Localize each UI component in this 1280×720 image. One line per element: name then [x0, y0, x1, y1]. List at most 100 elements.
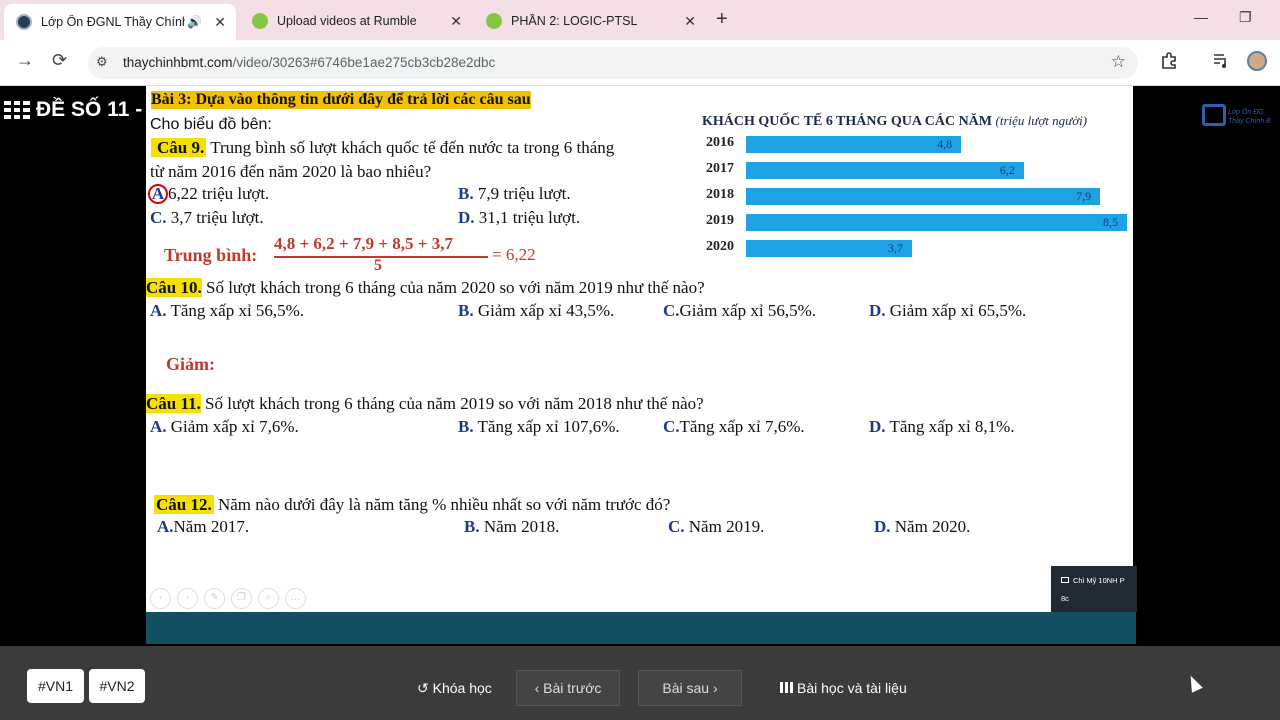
question-text: Số lượt khách trong 6 tháng của năm 2020… [205, 278, 705, 297]
grid-menu-icon[interactable] [4, 101, 30, 119]
chart-data-label: 4,8 [937, 137, 953, 151]
grid-icon [780, 682, 793, 693]
new-tab-button[interactable]: + [716, 8, 728, 31]
option-label: C. [663, 301, 680, 320]
chat-popup[interactable]: Chỉ Mỹ 10NH P 8c [1051, 566, 1137, 612]
puzzle-icon[interactable] [1160, 51, 1178, 74]
question-text: Trung bình số lượt khách quốc tế đến nướ… [210, 138, 615, 157]
profile-avatar[interactable] [1247, 51, 1267, 71]
logo-text-1: Lớp Ôn ĐG [1228, 109, 1264, 116]
reload-icon[interactable]: ⟳ [52, 50, 67, 71]
course-link[interactable]: ↺ Khóa học [417, 680, 492, 697]
option-label: A. [150, 301, 167, 320]
prev-control-icon[interactable]: ‹ [150, 588, 171, 609]
option-text: 6,22 triệu lượt. [168, 184, 270, 203]
option-label: D. [458, 208, 475, 227]
q10-option-b: B. Giảm xấp xỉ 43,5%. [458, 301, 614, 321]
question-number: Câu 9. [151, 138, 207, 157]
zoom-icon[interactable]: ⌕ [258, 588, 279, 609]
q11-option-a: A. Giảm xấp xỉ 7,6%. [150, 417, 299, 437]
chat-bubble-icon [1061, 577, 1069, 583]
lessons-label: Bài học và tài liệu [797, 680, 907, 696]
chat-time: 8c [1061, 594, 1069, 603]
tab-rumble[interactable]: Upload videos at Rumble ✕ [240, 6, 472, 36]
option-text: Tăng xấp xỉ 8,1%. [889, 417, 1015, 436]
q11-option-c: C.Tăng xấp xỉ 7,6%. [663, 417, 805, 437]
question-9: Câu 9. Trung bình số lượt khách quốc tế … [151, 138, 614, 158]
fraction-numerator: 4,8 + 6,2 + 7,9 + 8,5 + 3,7 [274, 234, 453, 253]
question-number: Câu 10. [146, 278, 202, 297]
option-label: B. [458, 301, 474, 320]
prev-label: Bài trước [543, 680, 602, 696]
option-label: D. [869, 301, 886, 320]
address-bar[interactable]: ⚙ thaychinhbmt.com/video/30263#6746be1ae… [88, 47, 1138, 79]
question-10: Câu 10. Số lượt khách trong 6 tháng của … [146, 278, 705, 298]
pen-icon[interactable]: ✎ [204, 588, 225, 609]
chart-category-label: 2016 [706, 135, 734, 150]
option-label: A. [150, 417, 167, 436]
q11-option-b: B. Tăng xấp xỉ 107,6%. [458, 417, 620, 437]
url-host: thaychinhbmt.com [123, 55, 233, 70]
average-result: = 6,22 [492, 245, 536, 264]
chart-title: KHÁCH QUỐC TẾ 6 THÁNG QUA CÁC NĂM (triệu… [702, 113, 1087, 130]
q12-option-a: A.Năm 2017. [157, 517, 249, 537]
question-text: Năm nào dưới đây là năm tăng % nhiều nhấ… [217, 495, 671, 514]
option-label: B. [458, 184, 474, 203]
fraction-denominator: 5 [374, 257, 382, 274]
site-settings-icon[interactable]: ⚙ [96, 54, 108, 70]
option-text: Tăng xấp xỉ 107,6%. [477, 417, 620, 436]
q10-option-d: D. Giảm xấp xỉ 65,5%. [869, 301, 1026, 321]
option-label: D. [869, 417, 886, 436]
option-text: 31,1 triệu lượt. [478, 208, 581, 227]
tab-lop-on[interactable]: Lớp Ôn ĐGNL Thầy Chính B 🔊 ✕ [4, 4, 236, 40]
question-12: Câu 12. Năm nào dưới đây là năm tăng % n… [154, 495, 670, 515]
prev-lesson-button[interactable]: ‹ Bài trước [516, 670, 620, 706]
option-text: Tăng xấp xỉ 56,5%. [170, 301, 305, 320]
close-tab-icon[interactable]: ✕ [214, 14, 226, 31]
q12-option-b: B. Năm 2018. [464, 517, 559, 537]
chart-data-label: 7,9 [1076, 189, 1092, 203]
option-text: 7,9 triệu lượt. [477, 184, 571, 203]
question-9-cont: từ năm 2016 đến năm 2020 là bao nhiêu? [150, 162, 432, 181]
browser-toolbar: → ⟳ ⚙ thaychinhbmt.com/video/30263#6746b… [0, 40, 1280, 86]
rumble-favicon-icon [486, 13, 502, 29]
q9-option-d: D. 31,1 triệu lượt. [458, 208, 580, 228]
tab-logic-ptsl[interactable]: PHẦN 2: LOGIC-PTSL ✕ [474, 6, 706, 36]
star-icon[interactable]: ☆ [1111, 52, 1126, 72]
close-tab-icon[interactable]: ✕ [450, 13, 462, 30]
arrow-right-icon[interactable]: → [16, 50, 34, 71]
tag-vn2[interactable]: #VN2 [89, 669, 145, 703]
minimize-button[interactable]: — [1194, 9, 1208, 25]
video-player[interactable]: ĐỀ SỐ 11 - Lớp Ôn ĐG Thầy Chính B Bài 3: … [0, 86, 1280, 646]
option-text: Giảm xấp xỉ 65,5%. [889, 301, 1027, 320]
tag-vn1[interactable]: #VN1 [27, 669, 84, 703]
logo-text-2: Thầy Chính B [1228, 118, 1271, 125]
chart-category-label: 2017 [706, 161, 734, 176]
speaker-icon[interactable]: 🔊 [187, 15, 202, 29]
player-progress-area[interactable] [146, 612, 1136, 644]
lesson-slide: Bài 3: Dựa vào thông tin dưới đây để trả… [146, 86, 1133, 612]
course-link-label: Khóa học [432, 680, 492, 696]
chevron-right-icon: › [712, 680, 718, 696]
chevron-left-icon: ‹ [534, 680, 540, 696]
next-lesson-button[interactable]: Bài sau › [638, 670, 742, 706]
chart-bar [746, 162, 1024, 179]
tab-title: PHẦN 2: LOGIC-PTSL [511, 14, 638, 28]
question-number: Câu 12. [154, 495, 214, 514]
close-tab-icon[interactable]: ✕ [684, 13, 696, 30]
pages-icon[interactable]: ❐ [231, 588, 252, 609]
media-control-icon[interactable] [1212, 51, 1230, 74]
next-label: Bài sau [662, 680, 710, 696]
next-control-icon[interactable]: › [177, 588, 198, 609]
question-text: Số lượt khách trong 6 tháng của năm 2019… [205, 394, 704, 413]
q12-option-d: D. Năm 2020. [874, 517, 970, 537]
url-text[interactable]: thaychinhbmt.com/video/30263#6746be1ae27… [123, 55, 495, 70]
undo-icon: ↺ [417, 680, 429, 696]
tab-title: Lớp Ôn ĐGNL Thầy Chính B [41, 15, 185, 29]
more-icon[interactable]: … [285, 588, 306, 609]
lessons-materials-link[interactable]: Bài học và tài liệu [780, 680, 907, 696]
restore-button[interactable]: ❐ [1239, 9, 1252, 26]
option-text: Tăng xấp xỉ 7,6%. [679, 417, 805, 436]
average-label: Trung bình: [164, 245, 258, 265]
chart-category-label: 2018 [706, 187, 734, 202]
